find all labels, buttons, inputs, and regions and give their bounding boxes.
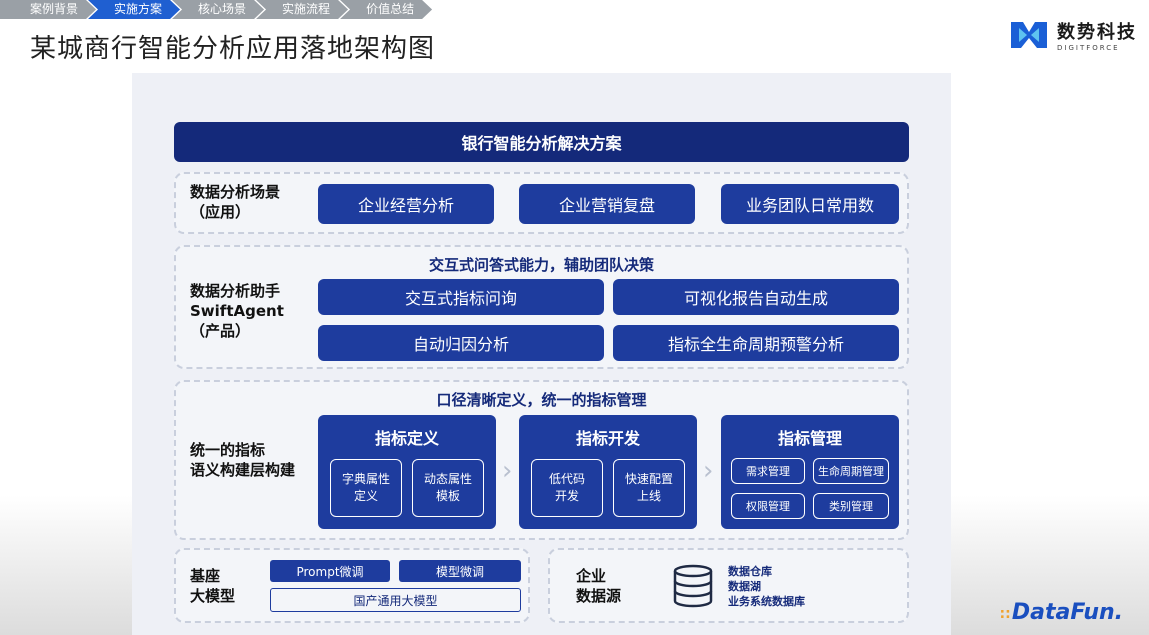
assistant-interactive-query: 交互式指标问询 — [318, 279, 604, 315]
datasource-section: 企业 数据源 数据仓库 数据湖 业务系统数据库 — [548, 548, 909, 623]
datasource-list: 数据仓库 数据湖 业务系统数据库 — [728, 564, 805, 609]
base-model-section: 基座 大模型 Prompt微调 模型微调 国产通用大模型 — [174, 548, 530, 623]
sub-dictionary-attr: 字典属性 定义 — [330, 459, 402, 517]
assistant-section-label: 数据分析助手 SwiftAgent （产品） — [190, 282, 284, 340]
breadcrumb-item-summary[interactable]: 价值总结 — [340, 0, 432, 19]
datafun-logo-text: DataFun. — [1011, 600, 1123, 625]
card-metric-development-title: 指标开发 — [575, 429, 640, 448]
chevron-right-icon: › — [703, 456, 714, 486]
datasource-business-db: 业务系统数据库 — [728, 595, 805, 608]
chevron-right-icon: › — [502, 456, 513, 486]
logo-name-en: DIGITFORCE — [1057, 44, 1120, 52]
semantic-section: 口径清晰定义，统一的指标管理 统一的指标 语义构建层构建 指标定义 字典属性 定… — [174, 380, 909, 540]
assistant-caption: 交互式问答式能力，辅助团队决策 — [428, 256, 654, 274]
solution-banner: 银行智能分析解决方案 — [174, 122, 909, 162]
logo-name-cn: 数势科技 — [1057, 22, 1137, 43]
assistant-attribution-analysis: 自动归因分析 — [318, 325, 604, 361]
card-metric-definition: 指标定义 字典属性 定义 动态属性 模板 — [318, 415, 496, 529]
datafun-logo: ∷DataFun. — [1000, 600, 1123, 625]
card-metric-definition-title: 指标定义 — [374, 429, 439, 448]
breadcrumb-item-plan[interactable]: 实施方案 — [88, 0, 180, 19]
datasource-warehouse: 数据仓库 — [728, 565, 772, 578]
semantic-caption: 口径清晰定义，统一的指标管理 — [436, 391, 647, 409]
sub-permission-mgmt: 权限管理 — [731, 493, 805, 519]
base-model-label: 基座 大模型 — [190, 567, 236, 605]
breadcrumb-item-background[interactable]: 案例背景 — [0, 0, 96, 19]
scene-marketing-review: 企业营销复盘 — [519, 184, 695, 224]
sub-category-mgmt: 类别管理 — [813, 493, 889, 519]
dots-icon: ∷ — [1000, 607, 1010, 623]
breadcrumb-item-scenes[interactable]: 核心场景 — [172, 0, 264, 19]
card-metric-management: 指标管理 需求管理 生命周期管理 权限管理 类别管理 — [721, 415, 899, 529]
card-metric-development: 指标开发 低代码 开发 快速配置 上线 — [519, 415, 697, 529]
pill-prompt-tuning: Prompt微调 — [270, 560, 390, 582]
scene-team-daily-data: 业务团队日常用数 — [721, 184, 899, 224]
assistant-section: 交互式问答式能力，辅助团队决策 数据分析助手 SwiftAgent （产品） 交… — [174, 245, 909, 369]
scene-section-label: 数据分析场景 （应用） — [190, 183, 281, 221]
assistant-lifecycle-alert: 指标全生命周期预警分析 — [613, 325, 899, 361]
sub-dynamic-attr: 动态属性 模板 — [412, 459, 484, 517]
datasource-label: 企业 数据源 — [576, 567, 622, 605]
scene-enterprise-operation: 企业经营分析 — [318, 184, 494, 224]
semantic-section-label: 统一的指标 语义构建层构建 — [190, 441, 296, 479]
scene-section: 数据分析场景 （应用） 企业经营分析 企业营销复盘 业务团队日常用数 — [174, 172, 909, 234]
domestic-llm: 国产通用大模型 — [270, 588, 521, 612]
card-metric-management-title: 指标管理 — [777, 429, 842, 448]
assistant-report-generation: 可视化报告自动生成 — [613, 279, 899, 315]
sub-quick-config: 快速配置 上线 — [613, 459, 685, 517]
breadcrumb: 案例背景 实施方案 核心场景 实施流程 价值总结 — [0, 0, 424, 19]
datasource-lake: 数据湖 — [728, 580, 761, 593]
sub-low-code: 低代码 开发 — [531, 459, 603, 517]
architecture-diagram: 银行智能分析解决方案 数据分析场景 （应用） 企业经营分析 企业营销复盘 业务团… — [132, 73, 951, 635]
pill-model-tuning: 模型微调 — [399, 560, 521, 582]
page-title: 某城商行智能分析应用落地架构图 — [30, 34, 436, 64]
company-logo: 数势科技 DIGITFORCE — [1007, 18, 1137, 52]
breadcrumb-item-process[interactable]: 实施流程 — [256, 0, 348, 19]
sub-requirement-mgmt: 需求管理 — [731, 458, 805, 484]
sub-lifecycle-mgmt: 生命周期管理 — [813, 458, 889, 484]
database-icon — [673, 564, 713, 608]
digitforce-logo-icon — [1011, 22, 1047, 48]
